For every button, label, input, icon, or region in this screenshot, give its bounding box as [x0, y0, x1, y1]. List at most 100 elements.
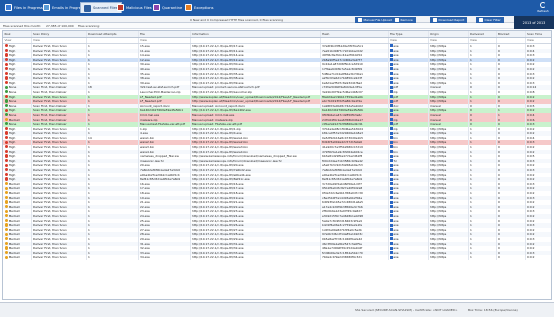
- risk-label: High: [8, 80, 16, 85]
- file-type-label: exe: [393, 108, 399, 113]
- risk-high-icon: [4, 131, 8, 135]
- risk-label: High: [8, 154, 16, 159]
- risk-high-icon: [4, 126, 8, 131]
- risk-medium-icon: [4, 117, 8, 121]
- download-report-label: Download Report: [438, 17, 465, 22]
- clear-filter-label: Clear Filter: [484, 17, 501, 22]
- file-type-label: exe: [393, 62, 399, 67]
- risk-high-icon: [4, 108, 8, 112]
- download-icon: [433, 17, 437, 22]
- risk-medium-icon: [4, 246, 8, 250]
- risk-label: High: [8, 94, 16, 99]
- risk-medium-icon: [4, 223, 8, 227]
- risk-medium-icon: [4, 182, 8, 186]
- risk-label: High: [8, 57, 16, 62]
- cell-time: 0:0:2: [525, 255, 551, 260]
- table-row[interactable]: Medium Deliver First, then Scan 1 34.exe htt…: [3, 255, 551, 260]
- file-type-label: exe: [393, 223, 399, 228]
- risk-medium-icon: [4, 214, 8, 218]
- file-type-label: zip: [393, 117, 398, 122]
- box-time: Box Time: 18:56 (Europe/Vienna): [468, 308, 518, 312]
- file-type-label: exe: [393, 218, 399, 223]
- main-toolbar: Files in Progress Emails in Progress Sca…: [0, 0, 554, 16]
- file-type-label: exe: [393, 204, 399, 209]
- file-type-label: bin: [393, 145, 398, 150]
- file-type-label: exe: [393, 57, 399, 62]
- risk-label: Medium: [8, 241, 21, 246]
- file-type-label: exe: [393, 191, 399, 195]
- tab-malicious-files[interactable]: Malicious Files: [114, 2, 155, 13]
- info-strip: Files scanned this month: 27,385 of 100,…: [0, 23, 554, 29]
- risk-label: High: [8, 135, 16, 140]
- file-type-label: exe: [393, 232, 399, 237]
- risk-label: None: [8, 99, 17, 104]
- risk-medium-icon: [4, 255, 8, 259]
- remove-button[interactable]: Remove: [392, 16, 416, 23]
- file-type-label: bin: [393, 135, 398, 140]
- risk-label: High: [8, 126, 16, 131]
- risk-label: Medium: [8, 200, 21, 205]
- risk-high-icon: [4, 71, 8, 75]
- risk-label: Medium: [8, 191, 21, 195]
- cell-file: 34.exe: [138, 255, 191, 260]
- risk-label: High: [8, 62, 16, 67]
- risk-medium-icon: [4, 250, 8, 255]
- risk-label: High: [8, 158, 16, 163]
- risk-high-icon: [4, 76, 8, 80]
- file-type-label: exe: [393, 80, 399, 85]
- clear-filter-button[interactable]: Clear Filter: [476, 16, 504, 23]
- filter-icon: [479, 17, 483, 22]
- risk-medium-icon: [4, 218, 8, 222]
- risk-label: None: [8, 112, 17, 117]
- risk-high-icon: [4, 159, 8, 163]
- risk-medium-icon: [4, 232, 8, 236]
- cell-file: Manual-test-FileSize-ver-att.pdf: [138, 122, 191, 127]
- file-type-label: zip: [393, 89, 398, 94]
- file-type-label: pdf: [393, 99, 399, 104]
- tab-label: Malicious Files: [126, 5, 152, 10]
- file-type-label: exe: [393, 112, 399, 117]
- risk-label: Medium: [8, 218, 21, 223]
- risk-medium-icon: [4, 191, 8, 195]
- scanned-month-label: Files scanned this month:: [3, 24, 42, 29]
- file-type-label: exe: [393, 213, 399, 218]
- refresh-button[interactable]: Refresh: [536, 2, 550, 14]
- risk-none-icon: [4, 85, 8, 89]
- risk-label: High: [8, 108, 16, 113]
- risk-label: High: [8, 140, 16, 145]
- tab-quarantine[interactable]: Quarantine: [150, 2, 185, 13]
- tab-exceptions[interactable]: Exceptions: [182, 2, 217, 13]
- risk-high-icon: [4, 57, 8, 62]
- risk-high-icon: [4, 177, 8, 181]
- risk-label: High: [8, 131, 16, 136]
- tab-label: Files in Progress: [14, 5, 43, 10]
- manual-upload-button[interactable]: Manual File Upload: [355, 16, 395, 23]
- risk-label: High: [8, 71, 16, 76]
- risk-high-icon: [4, 53, 8, 57]
- cell-policy: Deliver First, then Scan: [31, 255, 87, 260]
- quarantine-icon: [153, 4, 160, 11]
- file-type-label: exe: [393, 48, 399, 53]
- cell-type: exe: [388, 255, 429, 260]
- cell-hash: 7b0e4c1f9a2d36580f6c3d1: [320, 255, 389, 260]
- file-type-label: exe: [393, 154, 399, 159]
- risk-label: High: [8, 163, 16, 168]
- risk-label: Medium: [8, 250, 21, 255]
- file-type-label: zip: [393, 126, 398, 131]
- tab-label: Exceptions: [194, 5, 214, 10]
- risk-label: Medium: [8, 232, 21, 237]
- risk-label: High: [8, 48, 16, 53]
- risk-high-icon: [4, 168, 8, 172]
- file-type-label: pdf: [393, 94, 399, 99]
- file-type-label: exe: [393, 163, 399, 168]
- file-type-label: exe: [393, 172, 399, 177]
- risk-label: High: [8, 76, 16, 81]
- cell-origin: http://https: [428, 255, 469, 260]
- download-report-button[interactable]: Download Report: [430, 16, 468, 23]
- risk-high-icon: [4, 94, 8, 98]
- risk-medium-icon: [4, 227, 8, 232]
- risk-medium-icon: [4, 237, 8, 241]
- file-type-label: exe: [393, 186, 399, 191]
- file-type-label: exe: [393, 71, 399, 76]
- risk-label: None: [8, 103, 17, 108]
